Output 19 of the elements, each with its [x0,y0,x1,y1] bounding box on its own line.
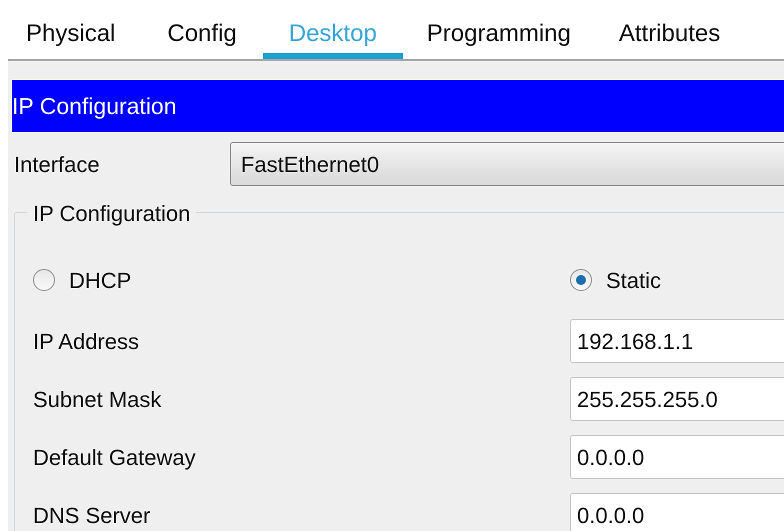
field-label: DNS Server [32,502,152,530]
tab[interactable]: Physical [26,17,116,59]
field-label: Default Gateway [32,444,197,472]
panel-title: IP Configuration [12,80,784,132]
tab[interactable]: Config [167,17,237,59]
radio-button[interactable] [33,269,55,291]
input-field[interactable]: 0.0.0.0 [570,435,784,479]
radio-label: Static [606,266,662,294]
tab[interactable]: Programming [426,17,571,59]
radio-label: DHCP [69,266,132,294]
field-label: Subnet Mask [32,386,162,414]
interface-label: Interface [13,150,101,178]
interface-dropdown[interactable]: FastEthernet0 [230,142,784,186]
tab[interactable]: Attributes [618,17,720,59]
input-field[interactable]: 0.0.0.0 [570,493,784,531]
input-field[interactable]: 192.168.1.1 [570,319,784,363]
input-field[interactable]: 255.255.255.0 [570,377,784,421]
field-label: IP Address [32,328,140,356]
radio-button[interactable] [570,269,592,291]
